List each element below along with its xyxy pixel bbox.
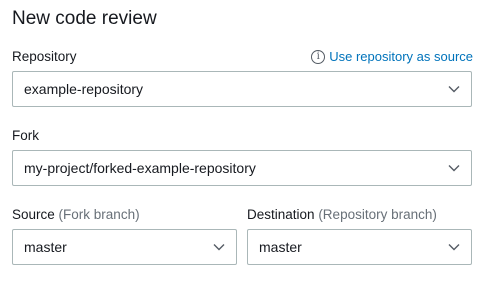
repository-select-value: example-repository xyxy=(24,81,144,97)
info-icon: i xyxy=(311,49,326,64)
repository-select[interactable]: example-repository xyxy=(12,71,472,107)
source-label-text: Source xyxy=(12,207,55,222)
destination-label-text: Destination xyxy=(247,207,315,222)
chevron-down-icon xyxy=(448,165,460,172)
source-branch-select[interactable]: master xyxy=(12,229,237,265)
fork-label: Fork xyxy=(12,128,39,143)
source-label-hint: (Fork branch) xyxy=(58,207,140,222)
destination-label: Destination (Repository branch) xyxy=(247,207,437,222)
repository-label: Repository xyxy=(12,49,77,64)
use-repository-as-source-text: Use repository as source xyxy=(329,49,473,64)
destination-label-row: Destination (Repository branch) xyxy=(247,207,472,222)
source-label: Source (Fork branch) xyxy=(12,207,140,222)
use-repository-as-source-link[interactable]: i Use repository as source xyxy=(311,49,473,64)
chevron-down-icon xyxy=(448,86,460,93)
repository-label-row: Repository i Use repository as source xyxy=(12,49,473,64)
fork-label-row: Fork xyxy=(12,128,473,143)
fork-select-value: my-project/forked-example-repository xyxy=(24,160,256,176)
destination-label-hint: (Repository branch) xyxy=(318,207,437,222)
destination-branch-select[interactable]: master xyxy=(247,229,472,265)
source-label-row: Source (Fork branch) xyxy=(12,207,237,222)
chevron-down-icon xyxy=(213,244,225,251)
page-title: New code review xyxy=(12,8,157,29)
source-branch-value: master xyxy=(24,239,67,255)
chevron-down-icon xyxy=(448,244,460,251)
fork-select[interactable]: my-project/forked-example-repository xyxy=(12,150,472,186)
destination-branch-value: master xyxy=(259,239,302,255)
